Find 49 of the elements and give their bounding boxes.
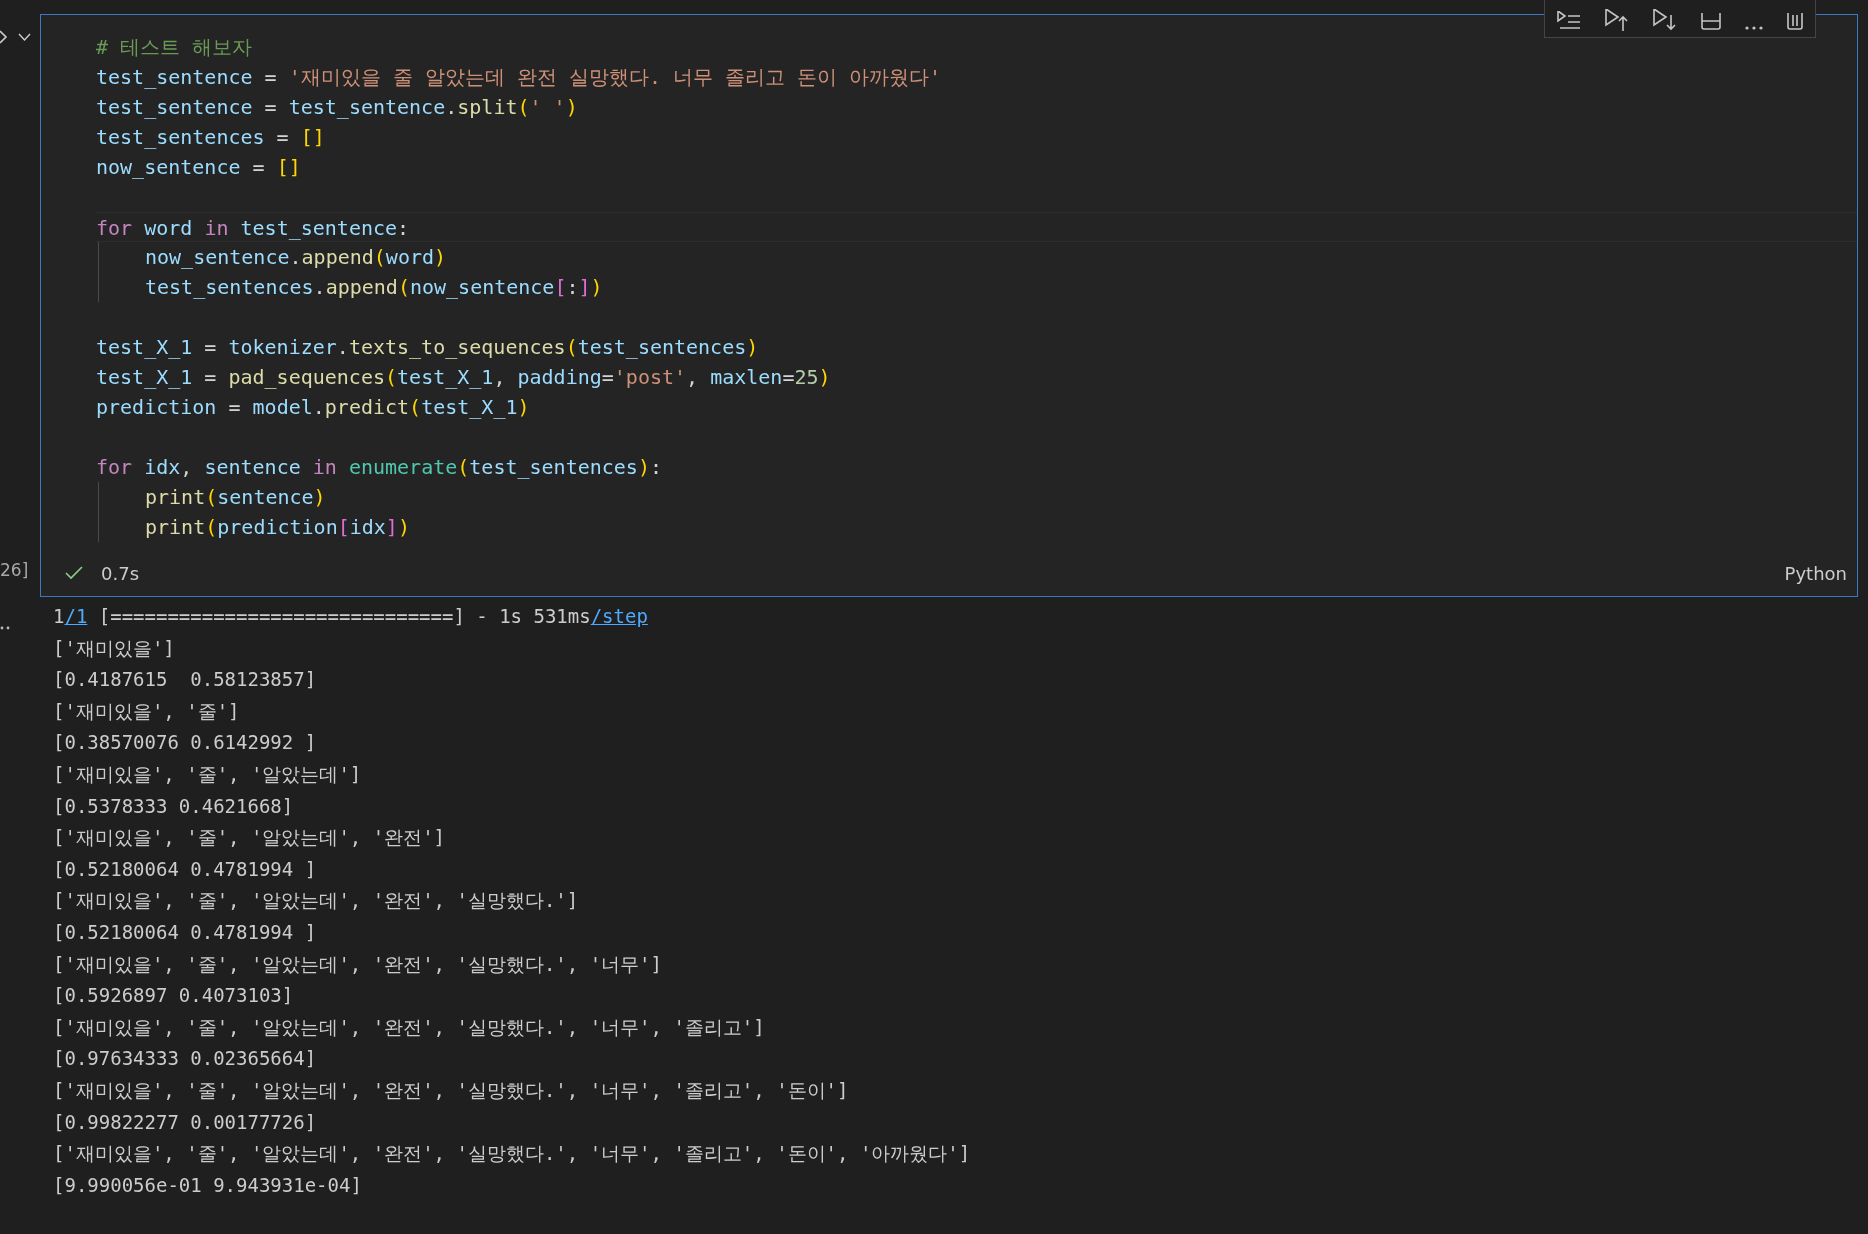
more-icon[interactable] (0, 626, 10, 630)
code-line: test_sentence = '재미있을 줄 알았는데 완전 실망했다. 너무 졸리고 돈이 아까웠다' (96, 64, 942, 91)
output-line: [0.97634333 0.02365664] (53, 1046, 317, 1072)
code-line: now_sentence = [] (96, 154, 301, 181)
output-line: ['재미있을', '줄', '알았는데', '완전', '실망했다.'] (53, 888, 579, 914)
language-label[interactable]: Python (1784, 562, 1847, 584)
output-line: [0.5926897 0.4073103] (53, 983, 294, 1009)
run-below-icon[interactable] (1652, 9, 1678, 31)
check-icon (65, 566, 83, 580)
link[interactable]: /step (590, 605, 648, 627)
execution-count: 26] (0, 560, 29, 580)
link[interactable]: /1 (64, 605, 88, 627)
output-line: [0.52180064 0.4781994 ] (53, 919, 317, 945)
chevron-down-icon[interactable] (18, 32, 31, 42)
output-line: ['재미있을', '줄'] (53, 698, 240, 724)
output-line: [0.4187615 0.58123857] (53, 667, 317, 693)
split-cell-icon[interactable] (1700, 13, 1722, 31)
chevron-right-icon[interactable] (0, 30, 8, 44)
code-line: # 테스트 해보자 (96, 34, 253, 61)
code-line: test_X_1 = tokenizer.texts_to_sequences(test_sentences) (96, 334, 759, 361)
output-line: [0.99822277 0.00177726] (53, 1109, 317, 1135)
code-line: test_sentence = test_sentence.split(' ') (96, 94, 578, 121)
code-cell[interactable] (40, 14, 1858, 597)
trash-icon[interactable] (1786, 13, 1804, 31)
output-line: ['재미있을', '줄', '알았는데', '완전', '실망했다.', '너무', '졸리고'] (53, 1014, 765, 1040)
code-line: print(sentence) (145, 484, 326, 511)
code-line: test_X_1 = pad_sequences(test_X_1, padding='post', maxlen=25) (96, 364, 831, 391)
output-line: ['재미있을', '줄', '알았는데'] (53, 761, 362, 787)
output-line: ['재미있을', '줄', '알았는데', '완전', '실망했다.', '너무'] (53, 951, 662, 977)
code-line: now_sentence.append(word) (145, 244, 447, 271)
code-line: for word in test_sentence: (96, 215, 410, 242)
code-line: for idx, sentence in enumerate(test_sentences): (96, 454, 662, 481)
code-line: test_sentences = [] (96, 124, 325, 151)
output-line: [9.990056e-01 9.943931e-04] (53, 1172, 362, 1198)
output-line: [0.38570076 0.6142992 ] (53, 730, 317, 756)
run-above-icon[interactable] (1604, 9, 1630, 31)
output-line: ['재미있을', '줄', '알았는데', '완전'] (53, 825, 446, 851)
run-by-line-icon[interactable] (1556, 11, 1582, 31)
output-line: ['재미있을', '줄', '알았는데', '완전', '실망했다.', '너무', '졸리고', '돈이'] (53, 1077, 849, 1103)
more-icon[interactable] (1744, 25, 1764, 31)
output-line: ['재미있을', '줄', '알았는데', '완전', '실망했다.', '너무', '졸리고', '돈이', '아까웠다'] (53, 1141, 971, 1167)
output-line: [0.5378333 0.4621668] (53, 793, 294, 819)
output-line: [0.52180064 0.4781994 ] (53, 856, 317, 882)
execution-time: 0.7s (101, 562, 139, 584)
code-line: test_sentences.append(now_sentence[:]) (145, 274, 603, 301)
output-line: ['재미있을'] (53, 635, 175, 661)
code-line: print(prediction[idx]) (145, 514, 410, 541)
progress-line: 1/1 [==============================] - 1s 531ms/step (53, 604, 648, 629)
code-line: prediction = model.predict(test_X_1) (96, 394, 530, 421)
